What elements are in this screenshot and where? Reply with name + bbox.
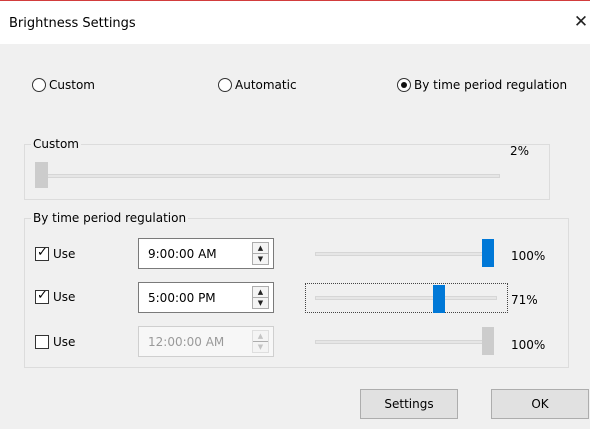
use-label-1: Use (53, 247, 76, 261)
radio-automatic-label: Automatic (235, 78, 297, 92)
radio-by-time-period-label: By time period regulation (414, 78, 568, 92)
brightness-value-2: 71% (511, 293, 538, 307)
time-period-group-label: By time period regulation (31, 211, 189, 225)
brightness-track-1 (315, 252, 493, 256)
custom-brightness-track (36, 174, 500, 178)
use-checkbox-2[interactable]: ✓ (35, 288, 49, 304)
use-label-2: Use (53, 290, 76, 304)
time-spinner-2[interactable]: ▲ ▼ (252, 286, 269, 309)
brightness-thumb-1[interactable] (482, 239, 494, 267)
time-input-3: 12:00:00 AM ▲ ▼ (138, 326, 274, 357)
radio-by-time-period[interactable]: By time period regulation (397, 77, 567, 93)
time-value-3: 12:00:00 AM (148, 335, 225, 349)
close-icon[interactable]: ✕ (572, 13, 590, 31)
radio-automatic-indicator (218, 78, 232, 92)
time-input-2[interactable]: 5:00:00 PM ▲ ▼ (138, 282, 274, 313)
spin-up-icon[interactable]: ▲ (253, 243, 268, 254)
custom-brightness-thumb[interactable] (35, 162, 48, 188)
spin-down-icon[interactable]: ▼ (253, 298, 268, 308)
brightness-thumb-2[interactable] (433, 285, 445, 313)
spin-up-icon: ▲ (253, 331, 268, 342)
brightness-track-2 (315, 296, 497, 300)
check-icon: ✓ (37, 288, 48, 303)
time-input-1[interactable]: 9:00:00 AM ▲ ▼ (138, 238, 274, 269)
brightness-thumb-3 (482, 327, 494, 355)
use-checkbox-1[interactable]: ✓ (35, 245, 49, 261)
brightness-track-3 (315, 340, 493, 344)
ok-button[interactable]: OK (491, 389, 589, 419)
radio-custom-indicator (32, 78, 46, 92)
use-checkbox-3[interactable] (35, 335, 49, 349)
radio-by-time-period-indicator (397, 78, 411, 92)
brightness-value-1: 100% (511, 249, 546, 263)
radio-custom[interactable]: Custom (32, 77, 95, 93)
spin-down-icon[interactable]: ▼ (253, 254, 268, 264)
time-value-2: 5:00:00 PM (148, 291, 216, 305)
radio-automatic[interactable]: Automatic (218, 77, 297, 93)
time-spinner-1[interactable]: ▲ ▼ (252, 242, 269, 265)
spin-down-icon: ▼ (257, 343, 264, 351)
custom-group-label: Custom (31, 137, 81, 151)
check-icon: ✓ (37, 245, 48, 260)
brightness-value-3: 100% (511, 338, 546, 352)
window-title: Brightness Settings (9, 16, 136, 31)
time-value-1: 9:00:00 AM (148, 247, 217, 261)
custom-group-box (24, 144, 550, 200)
spin-up-icon[interactable]: ▲ (253, 287, 268, 298)
custom-brightness-value: 2% (510, 144, 530, 158)
title-bar: Brightness Settings ✕ (0, 0, 590, 44)
time-spinner-3: ▲ ▼ (252, 330, 269, 353)
radio-custom-label: Custom (49, 78, 95, 92)
settings-button[interactable]: Settings (360, 389, 458, 419)
use-label-3: Use (53, 335, 76, 349)
